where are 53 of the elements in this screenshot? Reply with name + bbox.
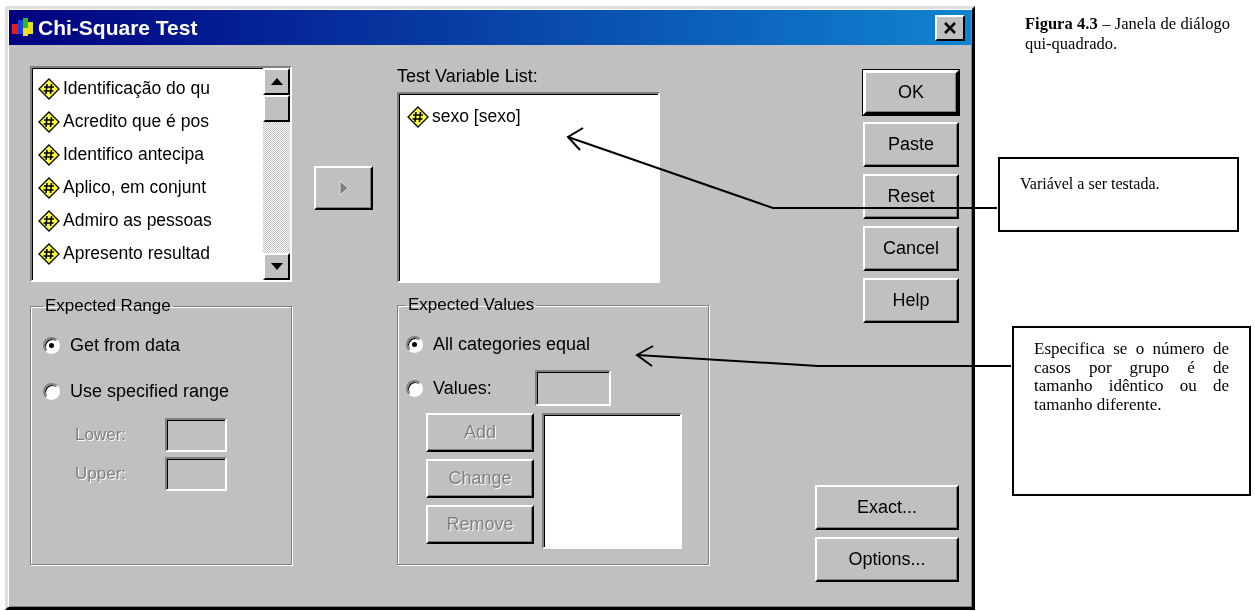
radio-button[interactable] [406, 335, 423, 353]
field-label: Upper: [75, 464, 128, 484]
radio-label[interactable]: All categories equal [433, 333, 591, 355]
radio-button[interactable] [406, 379, 423, 397]
radio-label[interactable]: Values: [433, 377, 525, 399]
field-label: Lower: [75, 425, 128, 445]
dialog-button[interactable]: Help [863, 278, 959, 323]
dialog-button[interactable]: Cancel [863, 226, 959, 271]
scroll-thumb[interactable] [263, 95, 290, 122]
variable-list[interactable]: Identificação do qu Acredito que é pos Identifico antecipa Aplico, em conjunt Admiro as pessoas Apresento resultad [30, 66, 292, 282]
hash-diamond-icon [407, 105, 429, 128]
list-item[interactable]: Aplico, em conjunt [63, 177, 206, 198]
dialog-button[interactable]: Reset [863, 174, 959, 219]
group-title: Expected Range [44, 296, 172, 316]
list-label: Test Variable List: [397, 66, 539, 88]
down-arrow-icon [270, 263, 283, 270]
list-item[interactable]: Acredito que é pos [63, 111, 209, 132]
list-item[interactable]: Identificação do qu [63, 78, 210, 99]
input-field[interactable] [535, 370, 611, 406]
radio-label[interactable]: Get from data [70, 334, 181, 356]
figure-caption: Figura 4.3 – Janela de diálogo qui-quadrado. [1025, 14, 1230, 54]
dialog-button[interactable]: OK [863, 70, 959, 115]
window-title: Chi-Square Test [38, 15, 199, 40]
group-title: Expected Values [407, 295, 536, 315]
hash-diamond-icon [38, 77, 60, 100]
list-item[interactable]: sexo [sexo] [432, 106, 521, 127]
dialog-button[interactable]: Paste [863, 122, 959, 167]
move-button[interactable] [314, 166, 373, 210]
annotation-text: Especifica se o número de casos por grupo é de tamanho idêntico ou de tamanho diferente. [1034, 339, 1229, 414]
hash-diamond-icon [38, 242, 60, 265]
app-icon [12, 17, 34, 38]
close-button[interactable] [935, 14, 965, 41]
radio-label[interactable]: Use specified range [70, 380, 230, 402]
list-item[interactable]: Identifico antecipa [63, 144, 205, 165]
up-arrow-icon [270, 78, 283, 85]
scroll-down-button[interactable] [263, 253, 290, 280]
radio-button[interactable] [43, 336, 60, 354]
radio-button[interactable] [43, 382, 60, 400]
hash-diamond-icon [38, 209, 60, 232]
list-item[interactable]: Admiro as pessoas [63, 210, 212, 231]
scroll-up-button[interactable] [263, 68, 290, 95]
hash-diamond-icon [38, 110, 60, 133]
input-field[interactable] [165, 457, 227, 491]
dialog-button[interactable]: Options... [815, 537, 959, 582]
input-field[interactable] [165, 418, 227, 452]
dialog-button[interactable]: Exact... [815, 485, 959, 530]
annotation-text: Variável a ser testada. [1020, 175, 1160, 192]
hash-diamond-icon [38, 143, 60, 166]
list-item[interactable]: Apresento resultad [63, 243, 210, 264]
test-variable-list[interactable]: sexo [sexo] [397, 92, 660, 283]
values-list[interactable] [542, 413, 682, 549]
hash-diamond-icon [38, 176, 60, 199]
close-icon [943, 21, 957, 34]
